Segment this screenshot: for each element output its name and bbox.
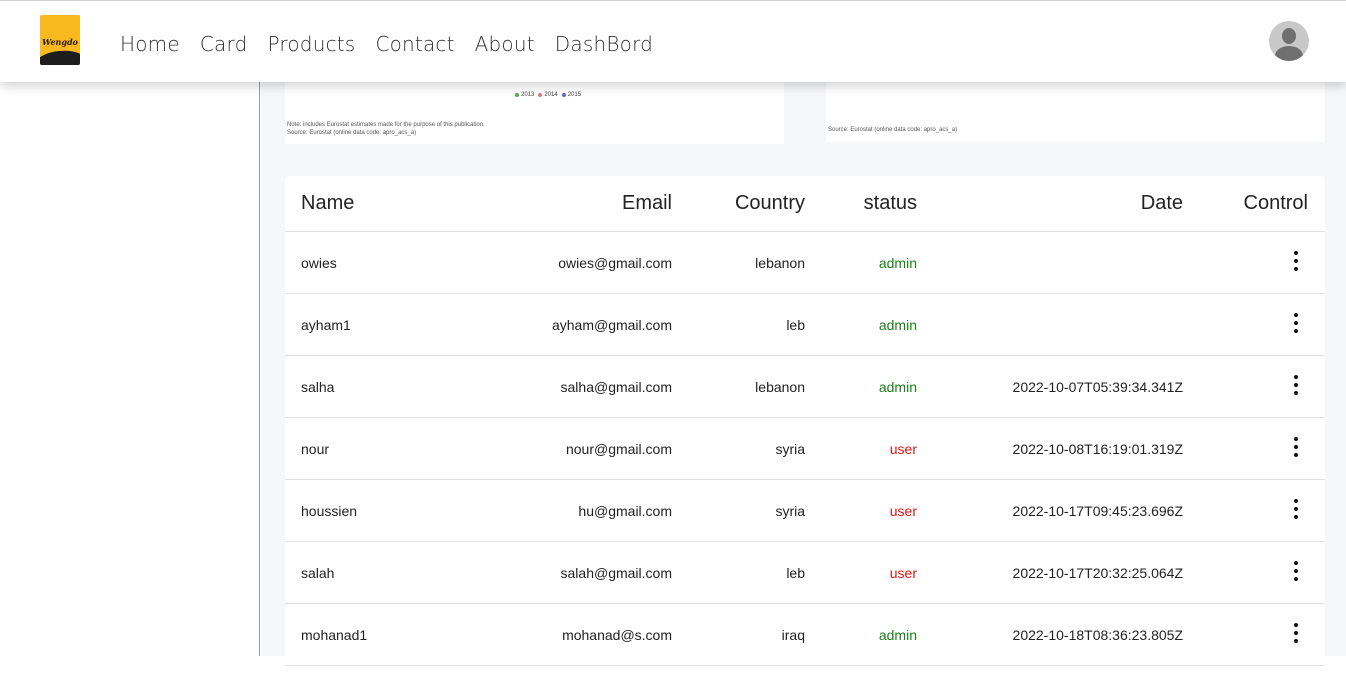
cell-country: syria	[775, 440, 805, 457]
table-row: nour nour@gmail.com syria user 2022-10-08T16…	[285, 418, 1325, 480]
cell-country: leb	[786, 316, 805, 333]
cell-country: syria	[775, 502, 805, 519]
header-country: Country	[734, 192, 805, 214]
header-status: status	[863, 192, 917, 214]
cell-status: user	[889, 440, 917, 457]
menu-dot	[1294, 391, 1298, 395]
nav-products[interactable]: Products	[267, 31, 355, 57]
legend-item-2013: 2013	[515, 92, 534, 98]
menu-dot	[1294, 375, 1298, 379]
cell-status: admin	[878, 254, 917, 271]
row-menu-icon[interactable]	[1289, 499, 1303, 519]
chart-note: Note: includes Eurostat estimates made f…	[287, 122, 485, 128]
chart-source-right: Source: Eurostat (online data code: apro…	[828, 127, 958, 133]
cell-name: salah	[301, 564, 335, 581]
legend-item-2015: 2015	[561, 92, 581, 98]
header-control: Control	[1243, 192, 1308, 214]
cell-country: lebanon	[755, 378, 805, 395]
menu-dot	[1294, 313, 1298, 317]
logo-wave	[40, 48, 80, 65]
cell-email: nour@gmail.com	[565, 440, 672, 457]
cell-email: hu@gmail.com	[578, 502, 672, 519]
menu-dot	[1294, 639, 1298, 643]
menu-dot	[1294, 437, 1298, 441]
cell-status: user	[889, 564, 917, 581]
cell-email: ayham@gmail.com	[551, 316, 672, 333]
menu-dot	[1294, 577, 1298, 581]
row-menu-icon[interactable]	[1289, 251, 1303, 271]
nav-home[interactable]: Home	[120, 31, 180, 57]
cell-status: admin	[878, 316, 917, 333]
menu-dot	[1294, 631, 1298, 635]
users-table: Name Email Country status Date Control o…	[285, 176, 1325, 676]
table-row: mohanad1 mohanad@s.com iraq admin 2022-10-18…	[285, 604, 1325, 666]
cell-name: houssien	[301, 502, 358, 519]
row-menu-icon[interactable]	[1289, 313, 1303, 333]
menu-dot	[1294, 569, 1298, 573]
menu-dot	[1294, 259, 1298, 263]
cell-status: user	[889, 502, 917, 519]
chart-card-right: Source: Eurostat (online data code: apro…	[826, 82, 1325, 142]
cell-status: admin	[878, 378, 917, 395]
logo-text: Wengdo	[42, 37, 78, 47]
cell-email: salha@gmail.com	[560, 378, 672, 395]
nav-about[interactable]: About	[475, 31, 535, 57]
avatar-head-icon	[1282, 28, 1296, 44]
menu-dot	[1294, 445, 1298, 449]
row-menu-icon[interactable]	[1289, 437, 1303, 457]
menu-dot	[1294, 321, 1298, 325]
cell-country: leb	[786, 564, 805, 581]
cell-country: lebanon	[755, 254, 805, 271]
menu-dot	[1294, 623, 1298, 627]
table-row: salah salah@gmail.com leb user 2022-10-17T20…	[285, 542, 1325, 604]
menu-dot	[1294, 329, 1298, 333]
menu-dot	[1294, 267, 1298, 271]
cell-email: salah@gmail.com	[560, 564, 672, 581]
user-avatar[interactable]	[1269, 21, 1309, 61]
cell-name: nour	[301, 440, 330, 457]
row-menu-icon[interactable]	[1289, 561, 1303, 581]
chart-legend: 2013 2014 2015	[515, 92, 585, 98]
cell-name: salha	[301, 378, 335, 395]
chart-card-left: 2013 2014 2015 Note: includes Eurostat e…	[285, 82, 784, 144]
nav-card[interactable]: Card	[200, 31, 248, 57]
header-email: Email	[621, 192, 672, 214]
menu-dot	[1294, 561, 1298, 565]
cell-date: 2022-10-17T09:45:23.696Z	[1012, 502, 1183, 519]
menu-dot	[1294, 507, 1298, 511]
main-nav: Home Card Products Contact About DashBor…	[120, 31, 673, 57]
avatar-body-icon	[1275, 46, 1303, 61]
cell-date: 2022-10-17T20:32:25.064Z	[1012, 564, 1183, 581]
chart-source: Source: Eurostat (online data code: apro…	[287, 130, 417, 136]
sidebar	[0, 82, 260, 656]
table-row: houssien hu@gmail.com syria user 2022-10-17T…	[285, 480, 1325, 542]
top-navbar: Wengdo Home Card Products Contact About …	[0, 0, 1346, 82]
cell-name: ayham1	[301, 316, 351, 333]
menu-dot	[1294, 499, 1298, 503]
nav-contact[interactable]: Contact	[375, 31, 454, 57]
cell-date: 2022-10-08T16:19:01.319Z	[1012, 440, 1183, 457]
menu-dot	[1294, 515, 1298, 519]
row-menu-icon[interactable]	[1289, 375, 1303, 395]
table-row: owies owies@gmail.com lebanon admin	[285, 232, 1325, 294]
dashboard-content: 2013 2014 2015 Note: includes Eurostat e…	[261, 82, 1346, 676]
header-name: Name	[301, 192, 355, 214]
table-row: salha salha@gmail.com lebanon admin 2022-10-…	[285, 356, 1325, 418]
menu-dot	[1294, 383, 1298, 387]
cell-email: owies@gmail.com	[558, 254, 672, 271]
brand-logo[interactable]: Wengdo	[40, 15, 80, 65]
table-header-row: Name Email Country status Date Control	[285, 176, 1325, 232]
nav-dashbord[interactable]: DashBord	[555, 31, 653, 57]
legend-item-2014: 2014	[538, 92, 558, 98]
menu-dot	[1294, 251, 1298, 255]
header-date: Date	[1140, 192, 1183, 214]
cell-date: 2022-10-07T05:39:34.341Z	[1012, 378, 1183, 395]
row-menu-icon[interactable]	[1289, 623, 1303, 643]
menu-dot	[1294, 453, 1298, 457]
cell-name: owies	[301, 254, 337, 271]
table-row: ayham1 ayham@gmail.com leb admin	[285, 294, 1325, 356]
